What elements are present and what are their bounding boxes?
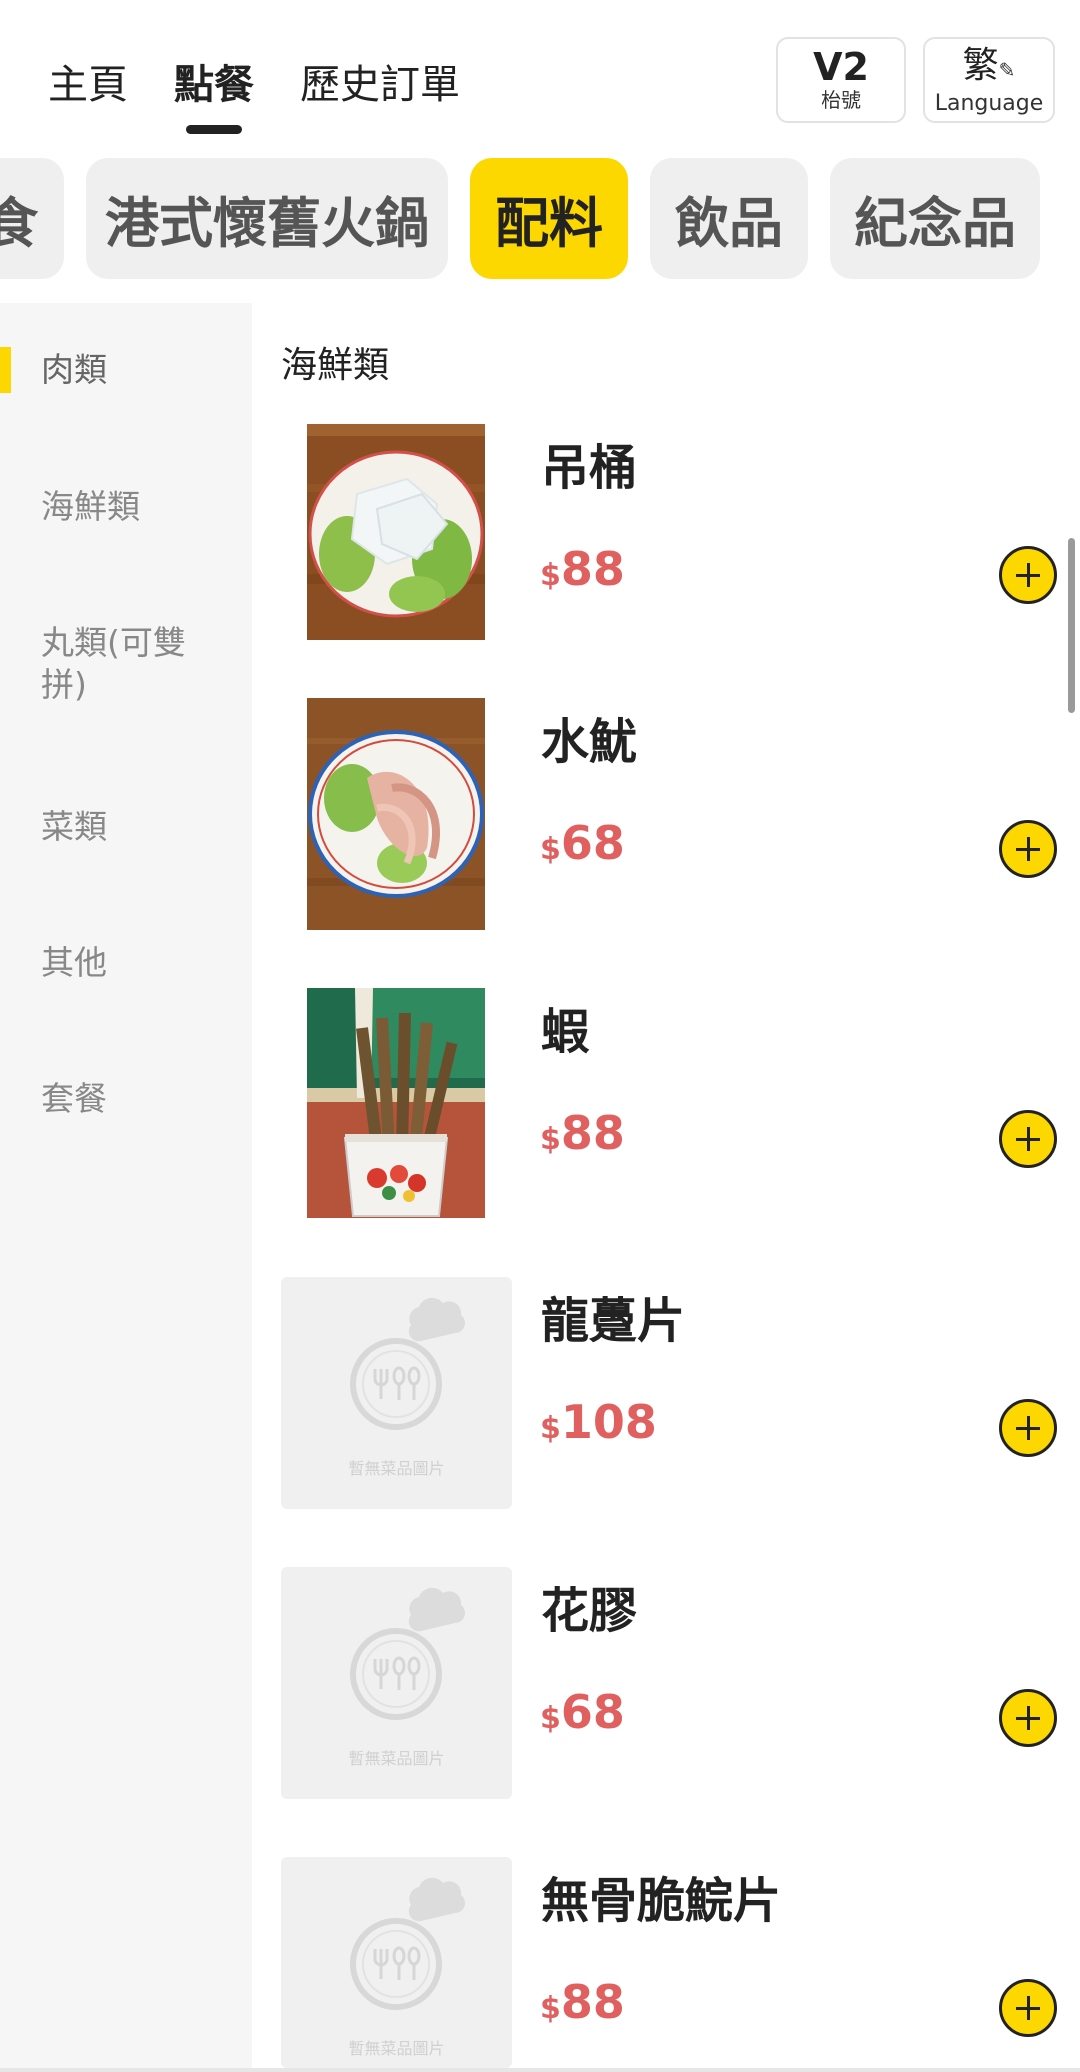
sidebar-item-meat[interactable]: 肉類 xyxy=(41,349,211,391)
item-photo xyxy=(307,988,485,1218)
menu-item[interactable]: 水魷 $68 xyxy=(281,698,1061,930)
image-placeholder: 暫無菜品圖片 xyxy=(281,1567,512,1799)
add-to-cart-plus-icon[interactable] xyxy=(999,1399,1057,1457)
sidebar-item-seafood[interactable]: 海鮮類 xyxy=(41,486,211,528)
add-to-cart-plus-icon[interactable] xyxy=(999,546,1057,604)
placeholder-caption: 暫無菜品圖片 xyxy=(348,1749,445,1768)
pencil-icon: ✎ xyxy=(998,58,1016,82)
sidebar-item-balls[interactable]: 丸類(可雙拼) xyxy=(41,622,211,706)
bottom-divider xyxy=(0,2068,1080,2072)
item-price: $68 xyxy=(540,1685,625,1739)
item-price: $88 xyxy=(540,542,625,596)
category-pill-toppings[interactable]: 配料 xyxy=(470,158,628,279)
price-amount: 68 xyxy=(560,1685,625,1739)
currency-symbol: $ xyxy=(540,1701,561,1736)
image-placeholder: 暫無菜品圖片 xyxy=(281,1857,512,2068)
language-button[interactable]: 繁✎ Language xyxy=(923,37,1055,123)
add-to-cart-plus-icon[interactable] xyxy=(999,820,1057,878)
price-amount: 88 xyxy=(560,1106,625,1160)
currency-symbol: $ xyxy=(540,832,561,867)
tab-order[interactable]: 點餐 xyxy=(174,52,254,110)
item-name: 龍躉片 xyxy=(541,1293,686,1349)
category-pill-hotpot[interactable]: 港式懷舊火鍋 xyxy=(86,158,448,279)
item-price: $88 xyxy=(540,1975,625,2029)
menu-item[interactable]: 吊桶 $88 xyxy=(281,424,1061,656)
tab-home[interactable]: 主頁 xyxy=(48,52,128,110)
price-amount: 108 xyxy=(560,1395,657,1449)
table-number-label: 枱號 xyxy=(821,88,861,112)
category-pill-label: 飲品 xyxy=(675,192,783,255)
sidebar-item-set-meals[interactable]: 套餐 xyxy=(41,1078,211,1120)
menu-item[interactable]: 蝦 $88 xyxy=(281,988,1061,1220)
placeholder-caption: 暫無菜品圖片 xyxy=(348,2039,445,2058)
menu-item[interactable]: 暫無菜品圖片 龍躉片 $108 xyxy=(281,1277,1061,1509)
category-pill-label: 紀念品 xyxy=(854,192,1016,255)
price-amount: 88 xyxy=(560,542,625,596)
price-amount: 88 xyxy=(560,1975,625,2029)
language-label: Language xyxy=(934,91,1044,116)
currency-symbol: $ xyxy=(540,1991,561,2026)
item-price: $68 xyxy=(540,816,625,870)
currency-symbol: $ xyxy=(540,1411,561,1446)
category-pill-drinks[interactable]: 飲品 xyxy=(650,158,808,279)
item-photo xyxy=(307,424,485,640)
active-tab-indicator xyxy=(186,125,242,134)
sidebar-active-indicator xyxy=(0,347,11,393)
currency-symbol: $ xyxy=(540,1122,561,1157)
item-name: 花膠 xyxy=(541,1583,638,1639)
tab-order-history[interactable]: 歷史訂單 xyxy=(300,52,460,110)
menu-item[interactable]: 暫無菜品圖片 花膠 $68 xyxy=(281,1567,1061,1799)
item-name: 蝦 xyxy=(541,1004,590,1060)
add-to-cart-plus-icon[interactable] xyxy=(999,1689,1057,1747)
item-photo xyxy=(307,698,485,930)
table-number: V2 xyxy=(813,45,869,89)
category-pill-label: 配料 xyxy=(495,192,603,255)
item-price: $108 xyxy=(540,1395,657,1449)
sidebar-item-others[interactable]: 其他 xyxy=(41,942,211,984)
current-language: 繁 xyxy=(962,45,999,86)
subcategory-sidebar xyxy=(0,303,252,2072)
image-placeholder: 暫無菜品圖片 xyxy=(281,1277,512,1509)
item-price: $88 xyxy=(540,1106,625,1160)
category-pill-souvenirs[interactable]: 紀念品 xyxy=(830,158,1040,279)
category-pill-label: 食 xyxy=(0,192,38,255)
currency-symbol: $ xyxy=(540,558,561,593)
menu-item[interactable]: 暫無菜品圖片 無骨脆鯇片 $88 xyxy=(281,1857,1061,2072)
category-pill-food[interactable]: 食 xyxy=(0,158,64,279)
price-amount: 68 xyxy=(560,816,625,870)
add-to-cart-plus-icon[interactable] xyxy=(999,1110,1057,1168)
category-pill-label: 港式懷舊火鍋 xyxy=(105,192,429,255)
item-name: 吊桶 xyxy=(541,440,638,496)
table-number-button[interactable]: V2 枱號 xyxy=(776,37,906,123)
sidebar-item-vegetables[interactable]: 菜類 xyxy=(41,806,211,848)
item-name: 水魷 xyxy=(541,714,638,770)
add-to-cart-plus-icon[interactable] xyxy=(999,1979,1057,2037)
item-name: 無骨脆鯇片 xyxy=(541,1873,782,1929)
scrollbar[interactable] xyxy=(1068,538,1075,713)
top-header: 主頁 點餐 歷史訂單 V2 枱號 繁✎ Language xyxy=(0,0,1080,150)
placeholder-caption: 暫無菜品圖片 xyxy=(348,1459,445,1478)
section-title: 海鮮類 xyxy=(281,345,390,386)
